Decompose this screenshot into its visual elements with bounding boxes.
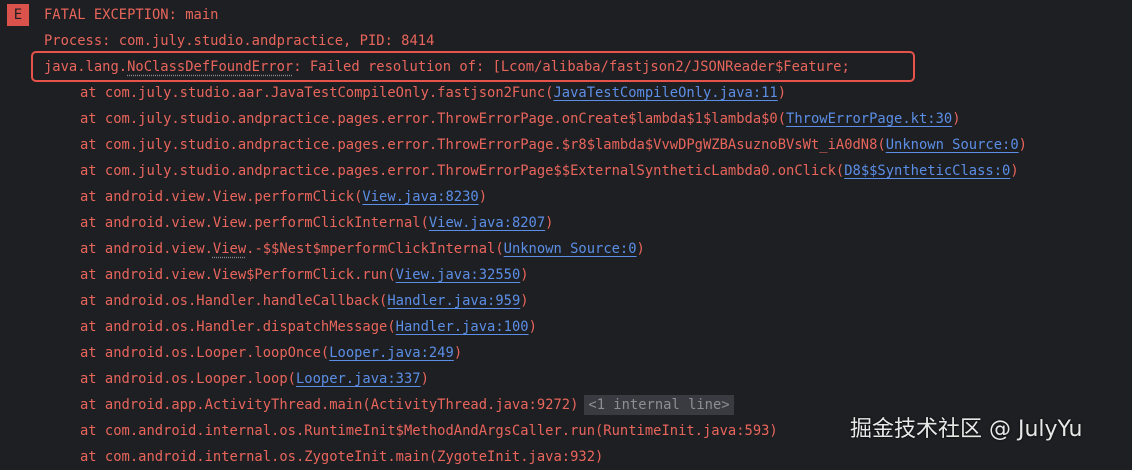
log-text: at com.july.studio.andpractice.pages.err… <box>80 137 886 153</box>
class-reference[interactable]: NoClassDefFoundError <box>127 59 293 75</box>
log-text: ) <box>528 319 537 335</box>
log-text: at android.os.Looper.loopOnce( <box>80 345 330 361</box>
source-link[interactable]: Looper.java:249 <box>329 345 454 361</box>
log-text: .-$$Nest$mperformClickInternal( <box>246 241 504 257</box>
stack-frame-line: at android.view.View.performClick(View.j… <box>80 184 487 210</box>
log-text: at android.os.Handler.dispatchMessage( <box>80 319 396 335</box>
log-text: ) <box>545 215 554 231</box>
log-text: at android.view.View$PerformClick.run( <box>80 267 396 283</box>
log-text: ) <box>520 293 529 309</box>
log-text: at android.view.View.performClickInterna… <box>80 215 429 231</box>
source-link[interactable]: JavaTestCompileOnly.java:11 <box>553 85 777 101</box>
log-text: at android.view. <box>80 241 213 257</box>
stack-frame-line: at android.view.View.performClickInterna… <box>80 210 553 236</box>
log-text: Process: com.july.studio.andpractice, PI… <box>44 33 435 49</box>
log-text: at com.july.studio.aar.JavaTestCompileOn… <box>80 85 554 101</box>
log-text: at com.july.studio.andpractice.pages.err… <box>80 163 845 179</box>
stack-frame-line: at com.android.internal.os.RuntimeInit$M… <box>80 418 778 444</box>
stack-frame-line: at android.view.View$PerformClick.run(Vi… <box>80 262 529 288</box>
log-text: at android.os.Handler.handleCallback( <box>80 293 388 309</box>
stack-frame-line: at com.july.studio.andpractice.pages.err… <box>80 158 1019 184</box>
log-text: ) <box>453 345 463 361</box>
log-text: at android.os.Looper.loop( <box>80 371 296 387</box>
log-text: FATAL EXCEPTION: main <box>44 7 219 23</box>
stack-frame-line: at com.july.studio.andpractice.pages.err… <box>80 132 1027 158</box>
stack-frame-line: at android.os.Looper.loop(Looper.java:33… <box>80 366 429 392</box>
source-link[interactable]: Unknown Source:0 <box>886 137 1019 153</box>
source-link[interactable]: Handler.java:100 <box>396 319 529 335</box>
source-link[interactable]: ThrowErrorPage.kt:30 <box>786 111 952 127</box>
error-level-badge: E <box>7 4 29 26</box>
source-link[interactable]: Handler.java:959 <box>387 293 520 309</box>
stack-frame-line: at com.android.internal.os.ZygoteInit.ma… <box>80 444 603 470</box>
stack-frame-line: at com.july.studio.aar.JavaTestCompileOn… <box>80 80 786 106</box>
log-text: ) <box>1010 163 1019 179</box>
stack-frame-line: at android.app.ActivityThread.main(Activ… <box>80 392 734 418</box>
log-text: at com.android.internal.os.ZygoteInit.ma… <box>80 449 604 465</box>
source-link[interactable]: View.java:32550 <box>396 267 521 283</box>
log-line: Process: com.july.studio.andpractice, PI… <box>44 28 434 54</box>
log-text: at com.android.internal.os.RuntimeInit$M… <box>80 423 778 439</box>
internal-lines-folded[interactable]: <1 internal line> <box>584 395 734 415</box>
log-text: ) <box>478 189 488 205</box>
stack-frame-line: at com.july.studio.andpractice.pages.err… <box>80 106 961 132</box>
log-line: java.lang.NoClassDefFoundError: Failed r… <box>44 54 850 80</box>
stack-frame-line: at android.os.Looper.loopOnce(Looper.jav… <box>80 340 462 366</box>
source-link[interactable]: View.java:8207 <box>429 215 545 231</box>
log-text: at com.july.studio.andpractice.pages.err… <box>80 111 787 127</box>
class-reference[interactable]: View <box>213 241 246 257</box>
source-link[interactable]: D8$$SyntheticClass:0 <box>844 163 1010 179</box>
source-link[interactable]: Looper.java:337 <box>296 371 421 387</box>
log-text: ) <box>952 111 961 127</box>
stack-frame-line: at android.view.View.-$$Nest$mperformCli… <box>80 236 645 262</box>
watermark: 掘金技术社区 @ JulyYu <box>850 417 1083 442</box>
source-link[interactable]: Unknown Source:0 <box>504 241 637 257</box>
log-line: FATAL EXCEPTION: main <box>44 2 218 28</box>
log-text: ) <box>520 267 529 283</box>
log-text: ) <box>420 371 429 387</box>
log-text: at android.view.View.performClick( <box>80 189 363 205</box>
log-text: ) <box>636 241 645 257</box>
log-text: ) <box>777 85 787 101</box>
log-text: at android.app.ActivityThread.main(Activ… <box>80 397 579 413</box>
log-text: : Failed resolution of: [Lcom/alibaba/fa… <box>293 59 850 75</box>
stack-frame-line: at android.os.Handler.dispatchMessage(Ha… <box>80 314 537 340</box>
stack-frame-line: at android.os.Handler.handleCallback(Han… <box>80 288 529 314</box>
source-link[interactable]: View.java:8230 <box>362 189 478 205</box>
log-text: ) <box>1018 137 1027 153</box>
log-text: java.lang. <box>44 59 128 75</box>
